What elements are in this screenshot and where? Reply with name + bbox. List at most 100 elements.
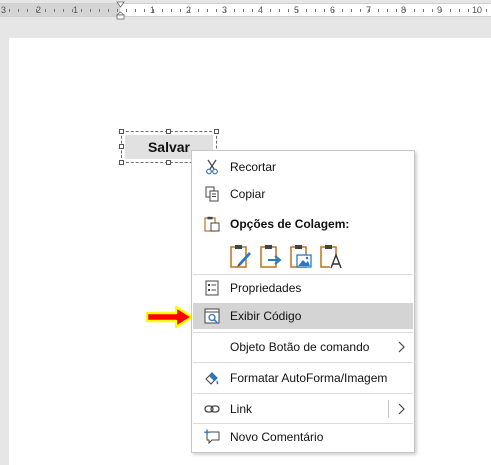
ruler-tick xyxy=(459,9,460,12)
ruler-tick xyxy=(477,9,478,12)
paste-merge-formatting-icon[interactable] xyxy=(259,243,283,269)
menu-item-label: Recortar xyxy=(230,160,277,174)
ruler-tick xyxy=(225,9,226,12)
ruler-tick xyxy=(63,9,64,12)
menu-separator xyxy=(193,362,413,363)
ruler-tick xyxy=(333,9,334,12)
ruler-tick xyxy=(378,9,379,12)
properties-icon xyxy=(205,280,219,296)
ruler-tick xyxy=(468,9,469,12)
menu-item-propriedades[interactable]: Propriedades xyxy=(193,275,413,301)
menu-separator xyxy=(193,393,413,394)
ruler-tick xyxy=(432,9,433,12)
ruler-tick xyxy=(180,9,181,12)
menu-item-label: Copiar xyxy=(230,187,266,201)
ruler-tick xyxy=(162,9,163,12)
ruler-tick xyxy=(360,9,361,12)
menu-item-label: Link xyxy=(230,402,253,416)
resize-handle[interactable] xyxy=(214,129,219,134)
ruler-tick xyxy=(279,9,280,12)
resize-handle[interactable] xyxy=(119,160,124,165)
resize-handle[interactable] xyxy=(119,144,124,149)
menu-item-novo-comentario[interactable]: Novo Comentário xyxy=(193,424,413,450)
link-icon xyxy=(204,405,220,413)
ruler-tick xyxy=(126,9,127,12)
paste-text-only-icon[interactable] xyxy=(319,243,343,269)
ruler-tick xyxy=(342,9,343,12)
ruler-tick xyxy=(414,9,415,12)
paste-options-row xyxy=(229,243,349,271)
ruler-tick xyxy=(216,9,217,12)
paste-keep-formatting-icon[interactable] xyxy=(229,243,253,269)
menu-item-label: Exibir Código xyxy=(230,309,302,323)
menu-item-label: Objeto Botão de comando xyxy=(230,340,370,354)
ruler-tick xyxy=(441,9,442,12)
ruler-tick xyxy=(81,9,82,12)
ruler-tick xyxy=(36,9,37,12)
view-code-icon xyxy=(204,308,220,324)
context-menu: Recortar Copiar Opções de Colagem: Propr… xyxy=(191,150,415,453)
ruler-tick xyxy=(234,9,235,12)
new-comment-icon xyxy=(204,429,220,445)
ruler-tick xyxy=(171,9,172,12)
ruler-tick xyxy=(387,9,388,12)
ruler-tick xyxy=(90,9,91,12)
ruler-number: 1 xyxy=(73,5,79,15)
ruler-tick xyxy=(45,9,46,12)
menu-item-label: Formatar AutoForma/Imagem xyxy=(230,371,388,385)
ruler-tick xyxy=(306,9,307,12)
ruler-tick xyxy=(252,9,253,12)
ruler-tick xyxy=(54,9,55,12)
menu-item-formatar-autoforma[interactable]: Formatar AutoForma/Imagem xyxy=(193,365,413,391)
format-shape-icon xyxy=(205,372,219,385)
paste-picture-icon[interactable] xyxy=(289,243,313,269)
ruler-tick xyxy=(396,9,397,12)
indent-marker-icon[interactable] xyxy=(116,0,125,20)
ruler-tick xyxy=(297,9,298,12)
ruler-tick xyxy=(270,9,271,12)
resize-handle[interactable] xyxy=(119,129,124,134)
pointer-arrow-icon xyxy=(146,305,194,329)
ruler-tick xyxy=(108,9,109,12)
menu-item-link[interactable]: Link xyxy=(193,396,413,422)
ruler-tick xyxy=(153,9,154,12)
ruler-tick xyxy=(18,9,19,12)
chevron-right-icon xyxy=(398,341,405,353)
resize-handle[interactable] xyxy=(166,160,171,165)
ruler-tick xyxy=(207,9,208,12)
ruler-tick xyxy=(423,9,424,12)
ruler-tick xyxy=(99,9,100,12)
ruler-tick xyxy=(405,9,406,12)
menu-item-objeto-botao-de-comando[interactable]: Objeto Botão de comando xyxy=(193,334,413,360)
ruler-tick xyxy=(135,9,136,12)
horizontal-ruler[interactable]: 3 2 1 1 2 3 4 5 6 7 8 9 10 xyxy=(0,0,491,20)
menu-separator xyxy=(193,332,413,333)
ruler-tick xyxy=(189,9,190,12)
ruler-tick xyxy=(315,9,316,12)
menu-item-recortar[interactable]: Recortar xyxy=(193,154,413,180)
ruler-tick xyxy=(486,9,487,12)
ruler-strip: 3 2 1 1 2 3 4 5 6 7 8 9 10 xyxy=(0,3,491,17)
ruler-tick xyxy=(198,9,199,12)
split-separator xyxy=(388,400,389,418)
ruler-tick xyxy=(27,9,28,12)
chevron-right-icon[interactable] xyxy=(397,403,405,415)
resize-handle[interactable] xyxy=(166,129,171,134)
menu-item-opcoes-de-colagem: Opções de Colagem: xyxy=(193,211,413,237)
ruler-tick xyxy=(144,9,145,12)
ruler-tick xyxy=(72,9,73,12)
ruler-number: 3 xyxy=(1,5,7,15)
ruler-tick xyxy=(288,9,289,12)
scissors-icon xyxy=(206,159,218,175)
menu-item-exibir-codigo[interactable]: Exibir Código xyxy=(193,303,413,329)
ruler-tick xyxy=(261,9,262,12)
ruler-tick xyxy=(450,9,451,12)
ruler-tick xyxy=(324,9,325,12)
ruler-tick xyxy=(351,9,352,12)
menu-section-label: Opções de Colagem: xyxy=(230,217,350,231)
copy-icon xyxy=(205,186,219,202)
ruler-tick xyxy=(243,9,244,12)
menu-item-copiar[interactable]: Copiar xyxy=(193,181,413,207)
paste-icon xyxy=(204,216,220,232)
ruler-tick xyxy=(9,9,10,12)
